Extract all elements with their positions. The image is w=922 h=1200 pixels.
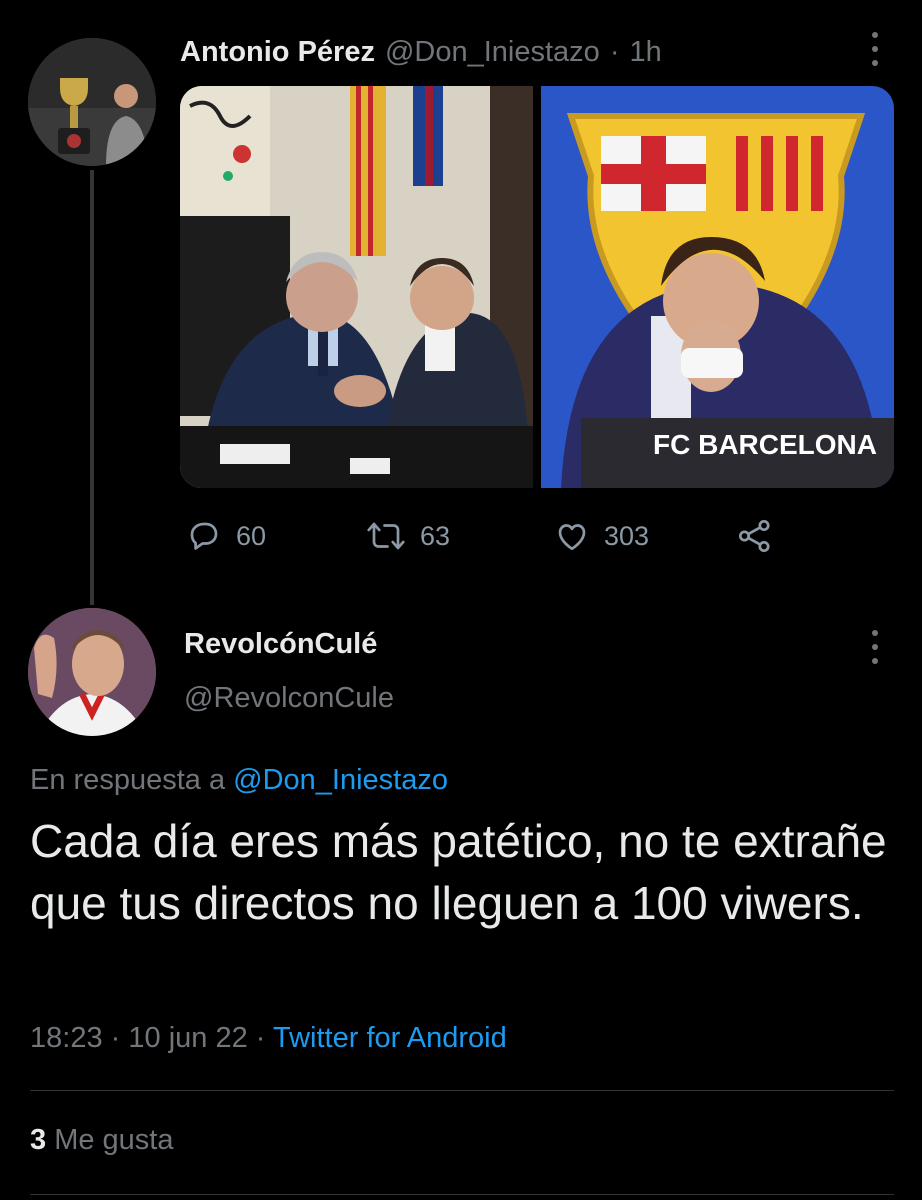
avatar[interactable]	[28, 608, 156, 736]
media-image-1[interactable]	[180, 86, 533, 488]
avatar-photo-trophy	[28, 38, 156, 166]
retweet-count: 63	[420, 520, 451, 551]
tweet-thread-page: Antonio Pérez @Don_Iniestazo · 1h FC BAR…	[0, 0, 922, 1200]
avatar[interactable]	[28, 38, 156, 166]
reply-action[interactable]: 60	[186, 518, 266, 554]
reply-author-handle[interactable]: @RevolconCule	[184, 682, 394, 715]
podium-text: FC BARCELONA	[653, 429, 877, 460]
in-reply-prefix: En respuesta a	[30, 764, 226, 796]
author-handle[interactable]: @Don_Iniestazo	[385, 36, 600, 69]
retweet-action[interactable]: 63	[366, 518, 450, 554]
divider	[30, 1194, 894, 1195]
like-count: 303	[604, 520, 650, 551]
tweet-time[interactable]: 18:23	[30, 1022, 103, 1054]
timestamp[interactable]: 1h	[629, 36, 661, 69]
more-options-icon[interactable]	[868, 32, 882, 66]
tweet-date[interactable]: 10 jun 22	[128, 1022, 247, 1054]
media-image-2[interactable]: FC BARCELONA	[541, 86, 894, 488]
share-icon	[738, 519, 770, 553]
heart-icon	[558, 524, 586, 551]
reply-author-name[interactable]: RevolcónCulé	[184, 628, 377, 661]
share-action[interactable]	[736, 518, 774, 554]
likes-count: 3	[30, 1124, 47, 1156]
separator: ·	[609, 35, 620, 68]
likes-label: Me gusta	[54, 1124, 174, 1156]
thread-connector-line	[90, 170, 94, 605]
likes-summary[interactable]: 3 Me gusta	[30, 1124, 174, 1157]
photo-handshake	[180, 86, 533, 488]
in-reply-to: En respuesta a @Don_Iniestazo	[30, 764, 448, 797]
separator: ·	[110, 1022, 121, 1054]
tweet-source-link[interactable]: Twitter for Android	[273, 1022, 507, 1054]
reply-icon	[190, 522, 218, 550]
in-reply-mention-link[interactable]: @Don_Iniestazo	[233, 764, 448, 796]
author-name[interactable]: Antonio Pérez	[180, 36, 375, 69]
parent-tweet-header: Antonio Pérez @Don_Iniestazo · 1h	[180, 32, 662, 72]
retweet-icon	[367, 522, 405, 550]
media-grid: FC BARCELONA	[180, 86, 894, 488]
more-options-icon[interactable]	[868, 630, 882, 664]
avatar-photo-player	[28, 608, 156, 736]
tweet-metadata: 18:23 · 10 jun 22 · Twitter for Android	[30, 1022, 507, 1055]
photo-press-conference: FC BARCELONA	[541, 86, 894, 488]
divider	[30, 1090, 894, 1091]
reply-count: 60	[236, 520, 267, 551]
like-action[interactable]: 303	[554, 518, 649, 554]
separator: ·	[255, 1022, 266, 1054]
tweet-text: Cada día eres más patético, no te extrañ…	[30, 815, 887, 929]
